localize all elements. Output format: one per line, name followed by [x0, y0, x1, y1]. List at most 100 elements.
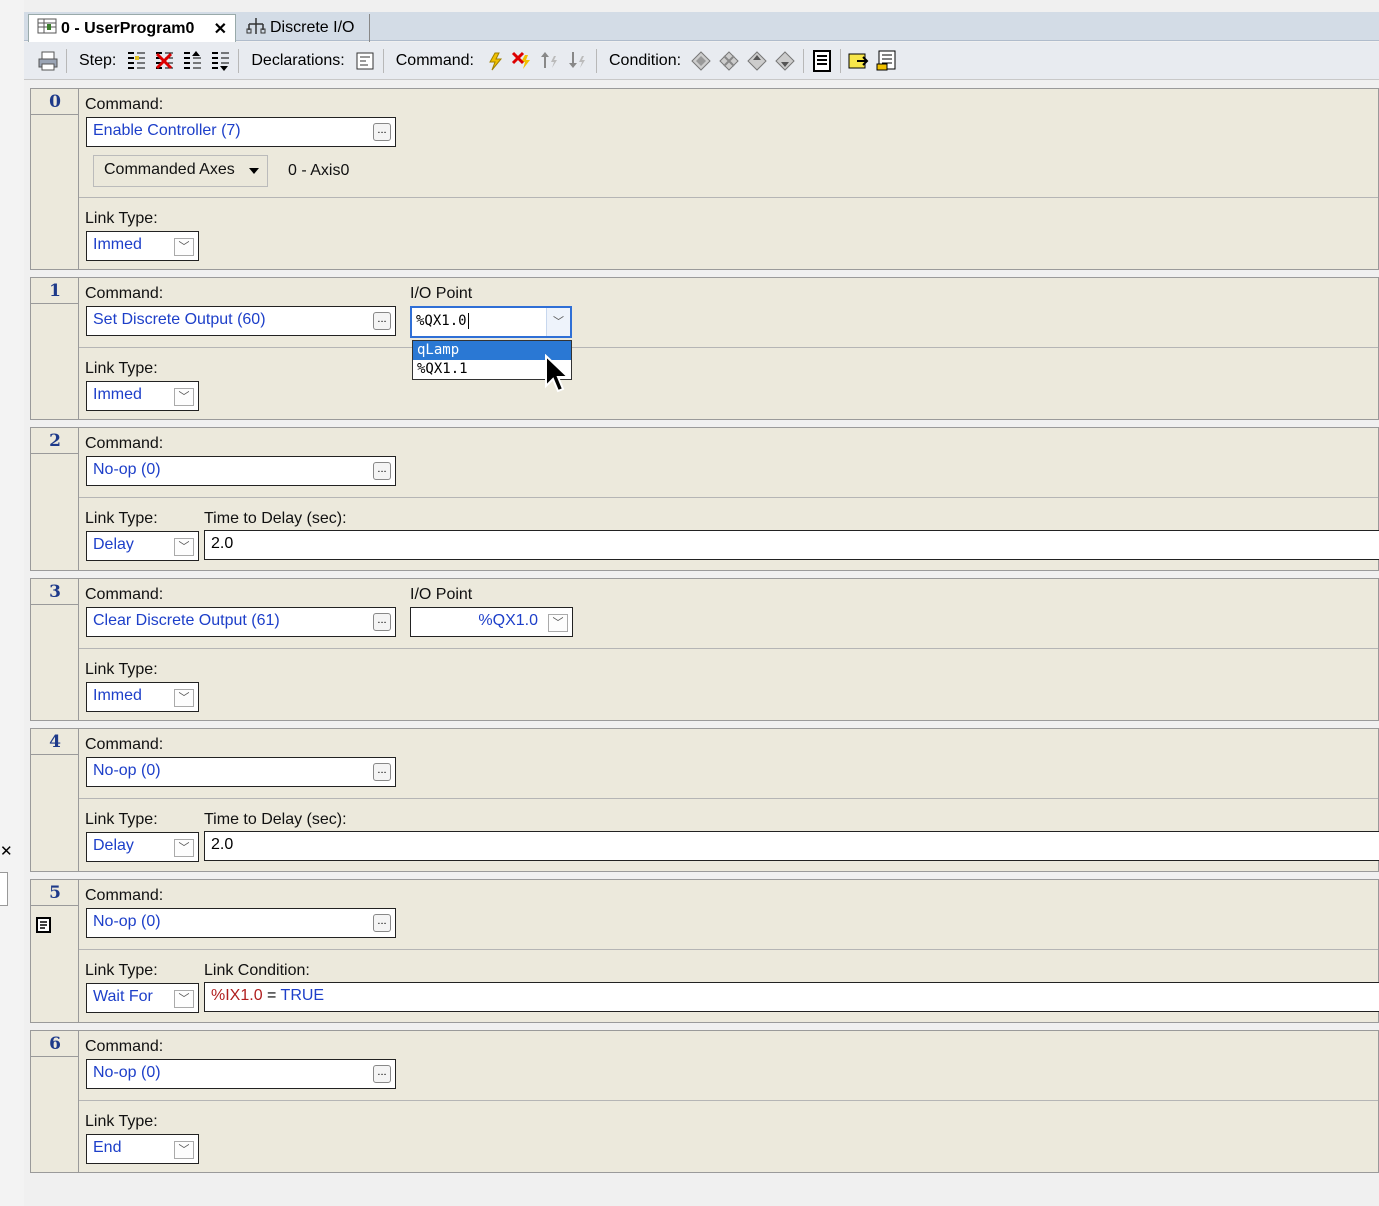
- move-command-down-icon[interactable]: [564, 47, 592, 75]
- toolbar-separator: [238, 48, 240, 73]
- delay-value: 2.0: [211, 836, 234, 853]
- print-icon[interactable]: [34, 47, 62, 75]
- commanded-axes-dropdown[interactable]: Commanded Axes: [93, 155, 268, 187]
- export-icon[interactable]: [845, 47, 873, 75]
- command-value: Clear Discrete Output (61): [93, 612, 280, 629]
- chevron-down-icon[interactable]: ﹀: [174, 388, 194, 406]
- step-1: 1 Command: Set Discrete Output (60) ... …: [30, 277, 1379, 420]
- step-number: 3: [31, 579, 79, 605]
- move-condition-down-icon[interactable]: [771, 47, 799, 75]
- import-icon[interactable]: [873, 47, 901, 75]
- command-label: Command:: [85, 887, 164, 904]
- link-type-label: Link Type:: [85, 811, 158, 828]
- toolbar-separator: [803, 48, 805, 73]
- command-field[interactable]: No-op (0) ...: [86, 1059, 396, 1089]
- move-step-down-icon[interactable]: [206, 47, 234, 75]
- link-type-label: Link Type:: [85, 210, 158, 227]
- link-type-select[interactable]: Immed ﹀: [86, 381, 199, 411]
- io-point-select[interactable]: %QX1.0 ﹀: [410, 607, 573, 637]
- link-type-select[interactable]: Immed ﹀: [86, 231, 199, 261]
- command-field[interactable]: No-op (0) ...: [86, 757, 396, 787]
- delete-command-icon[interactable]: [508, 47, 536, 75]
- chevron-down-icon[interactable]: ﹀: [174, 990, 194, 1008]
- command-field[interactable]: No-op (0) ...: [86, 456, 396, 486]
- command-value: No-op (0): [93, 762, 161, 779]
- step-number: 4: [31, 729, 79, 755]
- toolbar-separator: [66, 48, 67, 73]
- close-tab-icon[interactable]: ✕: [214, 19, 227, 39]
- chevron-down-icon[interactable]: ﹀: [174, 538, 194, 556]
- delete-step-icon[interactable]: [150, 47, 178, 75]
- text-caret: [467, 313, 469, 329]
- move-command-up-icon[interactable]: [536, 47, 564, 75]
- toolbar-separator: [840, 48, 842, 73]
- notes-icon[interactable]: [808, 47, 836, 75]
- command-browse-button[interactable]: ...: [373, 763, 391, 781]
- command-toolbar-label: Command:: [395, 51, 474, 69]
- tab-discrete-io-label: Discrete I/O: [270, 19, 355, 36]
- command-field[interactable]: Enable Controller (7) ...: [86, 117, 396, 147]
- declarations-icon[interactable]: [351, 47, 379, 75]
- delete-condition-icon[interactable]: [715, 47, 743, 75]
- move-condition-up-icon[interactable]: [743, 47, 771, 75]
- step-divider: [79, 347, 1378, 348]
- command-browse-button[interactable]: ...: [373, 312, 391, 330]
- io-point-value: %QX1.0: [478, 612, 538, 629]
- mouse-pointer-icon: [545, 354, 571, 393]
- command-label: Command:: [85, 1038, 164, 1055]
- add-command-icon[interactable]: [480, 47, 508, 75]
- panel-close-icon[interactable]: ✕: [0, 842, 13, 860]
- chevron-down-icon[interactable]: ﹀: [548, 614, 568, 632]
- tab-user-program-label: 0 - UserProgram0: [61, 19, 195, 37]
- link-type-select[interactable]: Delay ﹀: [86, 832, 199, 862]
- command-browse-button[interactable]: ...: [373, 914, 391, 932]
- command-browse-button[interactable]: ...: [373, 123, 391, 141]
- chevron-down-icon[interactable]: ﹀: [546, 308, 570, 336]
- chevron-down-icon[interactable]: ﹀: [174, 689, 194, 707]
- delay-input[interactable]: 2.0: [204, 530, 1379, 560]
- command-browse-button[interactable]: ...: [373, 613, 391, 631]
- command-label: Command:: [85, 586, 164, 603]
- add-condition-icon[interactable]: [687, 47, 715, 75]
- note-icon[interactable]: [35, 916, 53, 934]
- link-type-value: Delay: [93, 536, 134, 553]
- tab-discrete-io[interactable]: Discrete I/O: [238, 14, 370, 42]
- axes-value: 0 - Axis0: [288, 162, 350, 179]
- tab-user-program[interactable]: 0 - UserProgram0 ✕: [28, 14, 236, 42]
- io-point-combobox[interactable]: %QX1.0 ﹀: [410, 306, 572, 338]
- command-field[interactable]: Set Discrete Output (60) ...: [86, 306, 396, 336]
- link-type-select[interactable]: End ﹀: [86, 1134, 199, 1164]
- link-type-value: Immed: [93, 386, 142, 403]
- link-type-select[interactable]: Delay ﹀: [86, 531, 199, 561]
- link-condition-input[interactable]: %IX1.0 = TRUE: [204, 982, 1379, 1012]
- step-number: 5: [31, 880, 79, 906]
- chevron-down-icon[interactable]: ﹀: [174, 839, 194, 857]
- toolbar-separator: [382, 48, 384, 73]
- link-type-select[interactable]: Wait For ﹀: [86, 983, 199, 1013]
- link-type-select[interactable]: Immed ﹀: [86, 682, 199, 712]
- delay-input[interactable]: 2.0: [204, 831, 1379, 861]
- program-canvas: 0 Command: Enable Controller (7) ... Com…: [24, 82, 1379, 1206]
- commanded-axes-label: Commanded Axes: [104, 161, 235, 178]
- link-type-label: Link Type:: [85, 1113, 158, 1130]
- panel-input-edge[interactable]: [0, 872, 8, 906]
- step-4: 4 Command: No-op (0) ... Link Type: Time…: [30, 728, 1379, 872]
- insert-step-icon[interactable]: [122, 47, 150, 75]
- step-5: 5 Command: No-op (0) ... Link Type: Link…: [30, 879, 1379, 1023]
- delay-value: 2.0: [211, 535, 234, 552]
- command-value: Enable Controller (7): [93, 122, 241, 139]
- chevron-down-icon[interactable]: ﹀: [174, 1141, 194, 1159]
- link-type-value: Immed: [93, 687, 142, 704]
- step-number-column: 6: [31, 1031, 79, 1172]
- chevron-down-icon[interactable]: ﹀: [174, 238, 194, 256]
- declarations-label: Declarations:: [251, 51, 345, 69]
- move-step-up-icon[interactable]: [178, 47, 206, 75]
- command-browse-button[interactable]: ...: [373, 462, 391, 480]
- toolbar: Step: Declarations: Command: Condition:: [24, 42, 1379, 80]
- step-number-column: 4: [31, 729, 79, 871]
- command-field[interactable]: Clear Discrete Output (61) ...: [86, 607, 396, 637]
- command-field[interactable]: No-op (0) ...: [86, 908, 396, 938]
- time-to-delay-label: Time to Delay (sec):: [204, 510, 347, 527]
- link-type-value: End: [93, 1139, 122, 1156]
- command-browse-button[interactable]: ...: [373, 1065, 391, 1083]
